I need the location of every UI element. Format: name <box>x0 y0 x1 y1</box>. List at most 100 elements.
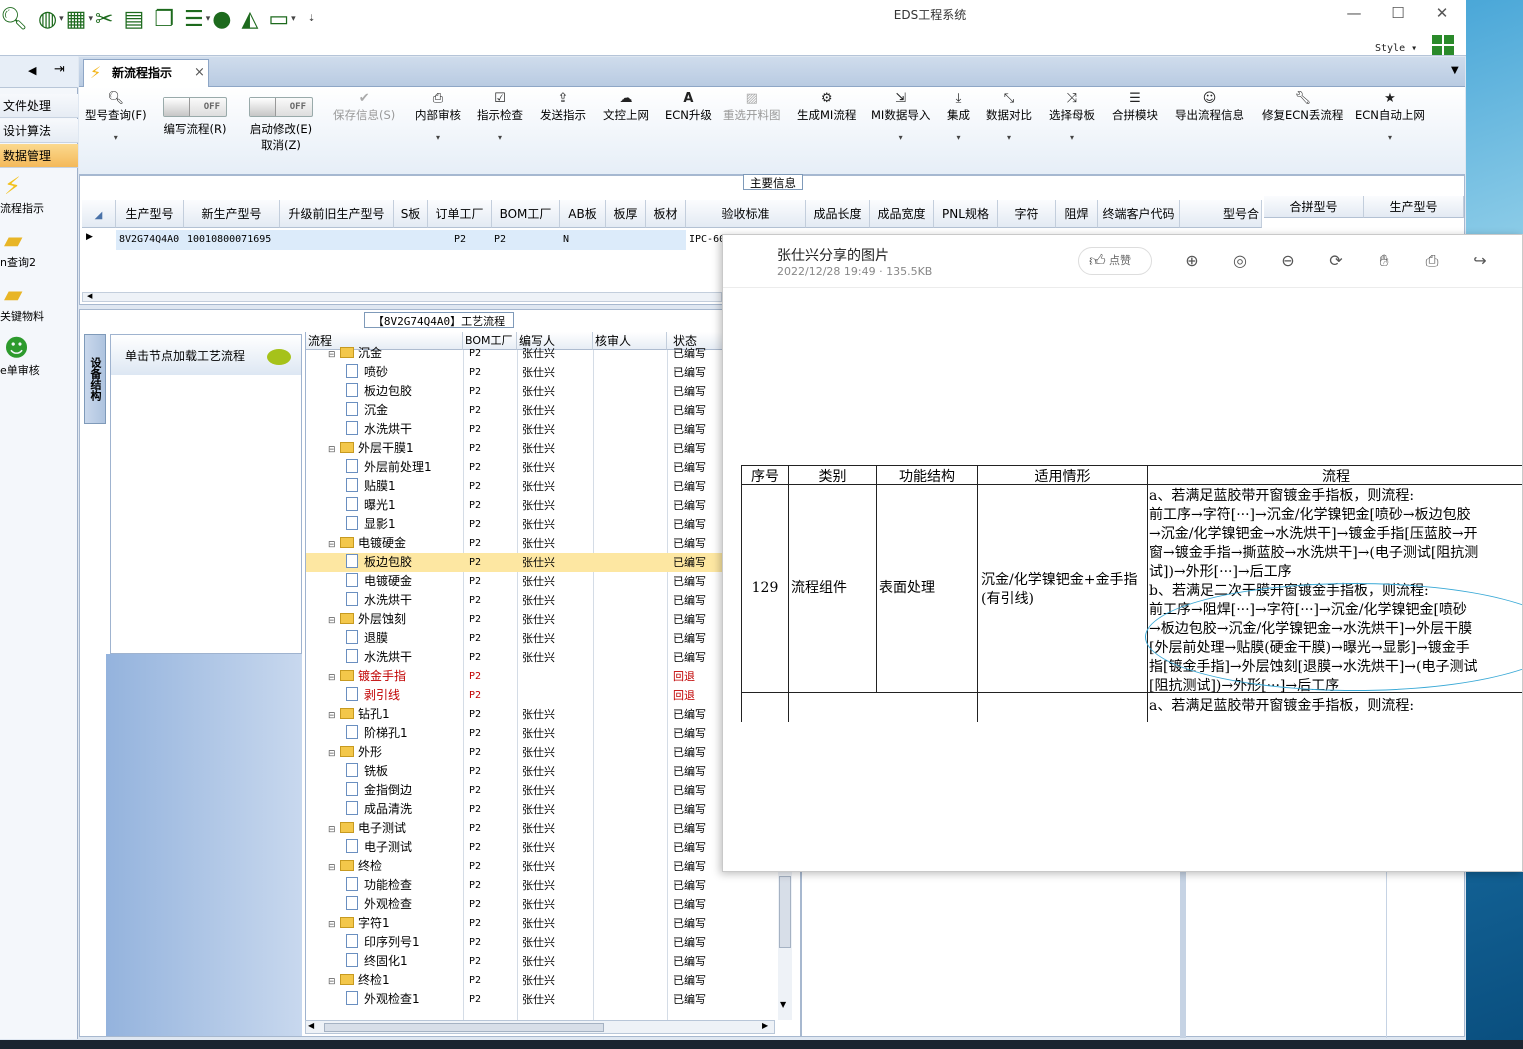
tree-node[interactable]: 水洗烘干 <box>346 591 412 610</box>
chevron-down-icon[interactable]: ▾ <box>415 133 461 142</box>
chevron-down-icon[interactable]: ▼ <box>780 1000 786 1009</box>
chevron-down-icon[interactable]: ▼ <box>1451 65 1459 76</box>
tree-node[interactable]: 曝光1 <box>346 496 396 515</box>
chevron-down-icon[interactable]: ▾ <box>206 14 211 24</box>
save-info-button[interactable]: ✔ 保存信息(S) <box>333 91 395 123</box>
column-header[interactable]: BOM工厂 <box>492 200 560 228</box>
chevron-right-icon[interactable]: ▶ <box>762 1021 768 1030</box>
chevron-down-icon[interactable]: ▾ <box>85 133 147 142</box>
column-header[interactable]: PNL规格 <box>934 200 998 228</box>
zoom-in-icon[interactable]: ⊕ <box>1180 249 1204 273</box>
horizontal-scrollbar[interactable]: ◀ <box>82 292 722 302</box>
chevron-down-icon[interactable]: ▾ <box>986 133 1032 142</box>
column-header[interactable]: 生产型号 <box>1364 196 1464 218</box>
chevron-down-icon[interactable]: ▾ <box>871 133 930 142</box>
tree-node[interactable]: 剥引线 <box>346 686 400 705</box>
tree-node[interactable]: 外观检查1 <box>346 990 420 1009</box>
chevron-down-icon[interactable]: ▾ <box>947 133 970 142</box>
sidebar-item-data[interactable]: 数据管理 <box>0 144 78 168</box>
tree-row[interactable]: 外观检查1 P2 张仕兴 已编写 <box>306 990 800 1009</box>
select-mother-board-button[interactable]: ⤨ 选择母板 ▾ <box>1049 91 1095 142</box>
cell-s-board[interactable] <box>394 230 428 250</box>
write-flow-toggle[interactable]: OFF 编写流程(R) <box>163 91 227 137</box>
chevron-down-icon[interactable]: ▾ <box>88 14 93 24</box>
cell-old-model[interactable] <box>280 230 394 250</box>
tree-node[interactable]: ⊟ 外层蚀刻 <box>328 610 406 631</box>
customize-icon[interactable]: ⇣ <box>308 14 316 24</box>
sidebar-item-algorithm[interactable]: 设计算法 <box>0 119 78 143</box>
model-query-button[interactable]: 🔍︎ 型号查询(F) ▾ <box>85 91 147 142</box>
publish-button[interactable]: ☁ 文控上网 <box>603 91 649 123</box>
tree-node[interactable]: 电子测试 <box>346 838 412 857</box>
tree-node[interactable]: 成品清洗 <box>346 800 412 819</box>
tree-node[interactable]: 电镀硬金 <box>346 572 412 591</box>
scissors-icon[interactable]: ✂ <box>95 7 113 32</box>
scrollbar-thumb[interactable] <box>779 876 791 948</box>
tree-node[interactable]: 终固化1 <box>346 952 408 971</box>
column-header[interactable]: S板 <box>394 200 428 228</box>
toggle-switch[interactable]: OFF <box>163 97 227 117</box>
film-icon[interactable]: ▤ <box>123 7 144 32</box>
tree-node[interactable]: ⊟ 沉金 <box>328 344 382 365</box>
minimize-button[interactable]: — <box>1340 4 1368 22</box>
tree-node[interactable]: 贴膜1 <box>346 477 396 496</box>
tree-node[interactable]: ⊟ 终检1 <box>328 971 390 992</box>
tree-node[interactable]: 金指倒边 <box>346 781 412 800</box>
pin-icon[interactable]: ⇥ <box>54 62 65 77</box>
merge-module-button[interactable]: ☰ 合拼模块 <box>1112 91 1158 123</box>
column-header[interactable]: 型号合 <box>1180 200 1262 228</box>
column-header[interactable]: 终端客户代码 <box>1098 200 1180 228</box>
column-header[interactable]: 板材 <box>646 200 686 228</box>
rotate-icon[interactable]: ⟳ <box>1324 249 1348 273</box>
tree-row[interactable]: 外观检查 P2 张仕兴 已编写 <box>306 895 800 914</box>
tree-node[interactable]: ⊟ 电镀硬金 <box>328 534 406 555</box>
sidebar-big-review[interactable]: ☻ e单审核 <box>0 334 78 388</box>
chevron-down-icon[interactable]: ▾ <box>1049 133 1095 142</box>
column-header[interactable]: 升级前旧生产型号 <box>280 200 394 228</box>
cell-ab[interactable]: N <box>560 230 606 250</box>
send-instruction-button[interactable]: ⇪ 发送指示 <box>540 91 586 123</box>
chevron-left-icon[interactable]: ◀ <box>28 64 36 77</box>
cell-bom-factory[interactable]: P2 <box>492 230 560 250</box>
tree-node[interactable]: ⊟ 电子测试 <box>328 819 406 840</box>
share-icon[interactable]: ↪ <box>1468 249 1492 273</box>
chevron-down-icon[interactable]: ▾ <box>59 14 64 24</box>
tree-node[interactable]: 板边包胶 <box>346 553 412 572</box>
data-compare-button[interactable]: ⤡ 数据对比 ▾ <box>986 91 1032 142</box>
copy-icon[interactable]: ❐ <box>154 7 174 32</box>
mi-import-button[interactable]: ⇲ MI数据导入 ▾ <box>871 91 930 142</box>
tree-node[interactable]: 阶梯孔1 <box>346 724 408 743</box>
tree-node[interactable]: 沉金 <box>346 401 388 420</box>
close-button[interactable]: ✕ <box>1428 4 1456 22</box>
tree-row[interactable]: 功能检查 P2 张仕兴 已编写 <box>306 876 800 895</box>
repair-ecn-button[interactable]: 🔧︎ 修复ECN丢流程 <box>1262 91 1343 123</box>
menu-icon[interactable]: ☰ <box>184 7 204 32</box>
fit-icon[interactable]: ◎ <box>1228 249 1252 273</box>
tree-node[interactable]: 板边包胶 <box>346 382 412 401</box>
cell-standard[interactable]: IPC-60 <box>686 230 726 250</box>
generate-mi-button[interactable]: ⚙ 生成MI流程 <box>797 91 856 123</box>
style-dropdown[interactable]: Style ▾ <box>1375 43 1417 54</box>
globe-icon[interactable]: ◍ <box>38 7 57 32</box>
column-header[interactable]: AB板 <box>560 200 606 228</box>
tree-row[interactable]: 印序列号1 P2 张仕兴 已编写 <box>306 933 800 952</box>
column-header[interactable]: 成品宽度 <box>870 200 934 228</box>
column-header[interactable]: 生产型号 <box>116 200 184 228</box>
tree-node[interactable]: 印序列号1 <box>346 933 420 952</box>
monitor-icon[interactable]: ▭ <box>268 7 289 32</box>
sidebar-big-flow[interactable]: ⚡ 流程指示 <box>0 172 78 226</box>
tree-vertical-scrollbar[interactable]: ▼ <box>778 870 792 1020</box>
scrollbar-thumb[interactable] <box>324 1023 604 1032</box>
tree-node[interactable]: 外观检查 <box>346 895 412 914</box>
chevron-left-icon[interactable]: ◀ <box>308 1021 314 1030</box>
sidebar-big-material[interactable]: ▰ 关键物料 <box>0 280 78 334</box>
ecn-upgrade-button[interactable]: A ECN升级 <box>665 91 712 123</box>
cell-model[interactable]: 8V2G74Q4A0 <box>116 230 184 250</box>
column-header[interactable]: 字符 <box>998 200 1056 228</box>
cell-new-model[interactable]: 10010800071695 <box>184 230 280 250</box>
toggle-switch[interactable]: OFF <box>249 97 313 117</box>
integrate-button[interactable]: ⤓ 集成 ▾ <box>947 91 970 142</box>
tree-node[interactable]: 铣板 <box>346 762 388 781</box>
tree-horizontal-scrollbar[interactable]: ◀ ▶ <box>305 1020 775 1034</box>
tree-node[interactable]: ⊟ 外层干膜1 <box>328 439 414 460</box>
